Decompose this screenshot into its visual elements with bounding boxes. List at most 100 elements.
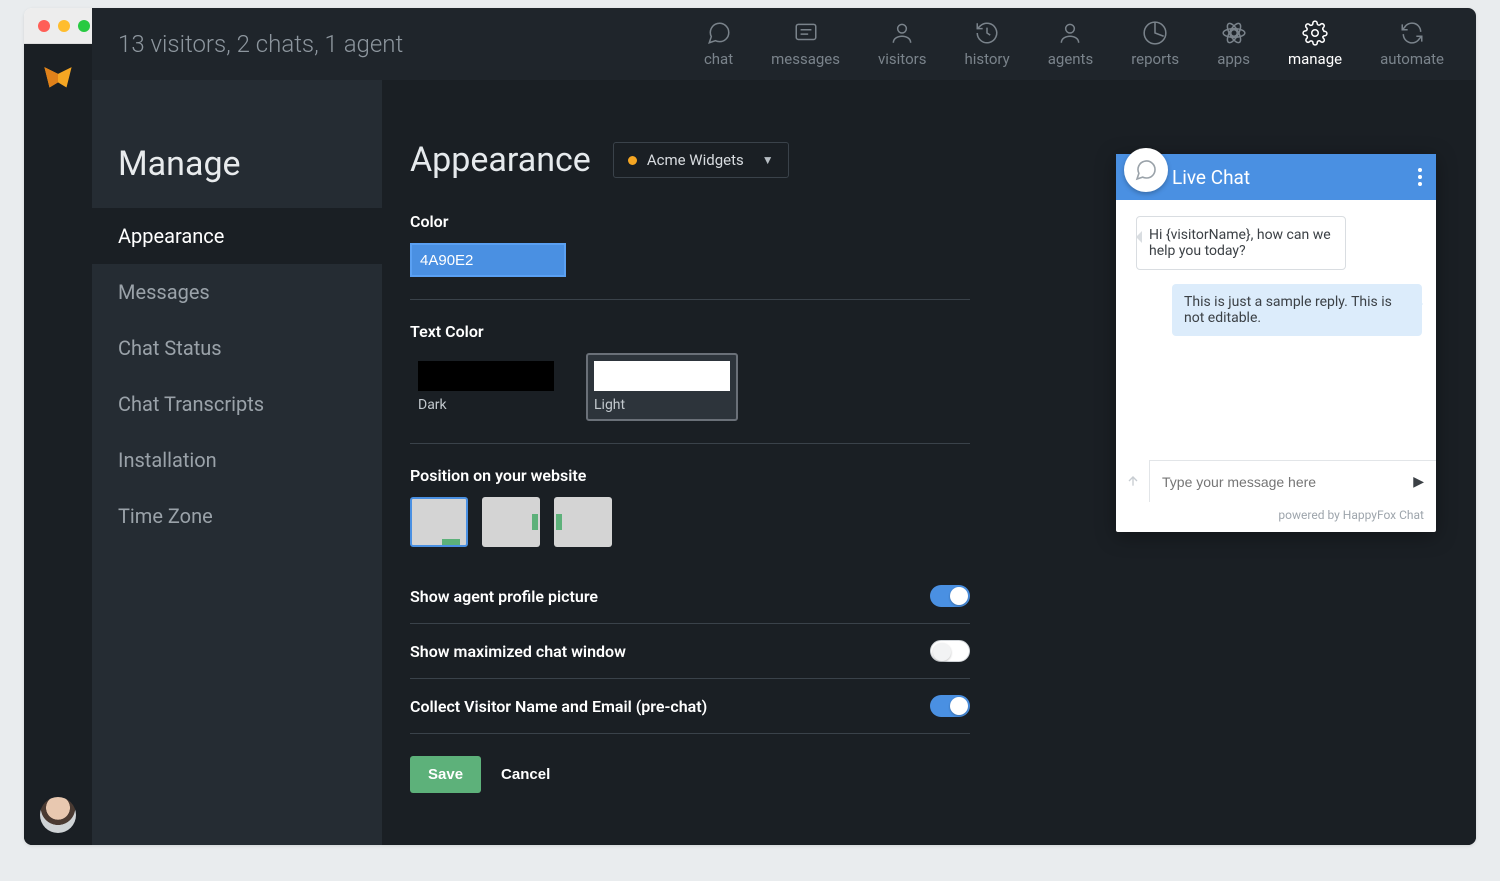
profile-name: Acme Widgets bbox=[647, 151, 744, 169]
sidebar-item-messages[interactable]: Messages bbox=[92, 264, 382, 320]
chevron-down-icon: ▼ bbox=[762, 153, 774, 167]
nav-messages[interactable]: messages bbox=[771, 20, 840, 68]
minimize-window-button[interactable] bbox=[58, 20, 70, 32]
text-color-light-option[interactable]: Light bbox=[586, 353, 738, 421]
toggle-label: Collect Visitor Name and Email (pre-chat… bbox=[410, 697, 707, 716]
position-options bbox=[410, 497, 970, 547]
sidebar-item-chat-status[interactable]: Chat Status bbox=[92, 320, 382, 376]
profile-selector[interactable]: Acme Widgets ▼ bbox=[613, 142, 789, 178]
close-window-button[interactable] bbox=[38, 20, 50, 32]
sidebar-item-time-zone[interactable]: Time Zone bbox=[92, 488, 382, 544]
divider bbox=[410, 443, 970, 444]
toggle-row-prechat: Collect Visitor Name and Email (pre-chat… bbox=[410, 679, 970, 734]
toggle-maximized-window[interactable] bbox=[930, 640, 970, 662]
color-input[interactable] bbox=[410, 243, 566, 277]
nav-label: chat bbox=[704, 50, 733, 68]
appearance-form: Color Text Color Dark Light Position on … bbox=[410, 212, 970, 793]
nav-label: history bbox=[964, 50, 1009, 68]
chat-body: Hi {visitorName}, how can we help you to… bbox=[1116, 200, 1436, 460]
page-title: Appearance bbox=[410, 140, 591, 180]
chat-bubble-icon bbox=[1134, 158, 1158, 182]
nav-label: agents bbox=[1048, 50, 1093, 68]
swatch-label: Light bbox=[594, 397, 730, 413]
position-indicator bbox=[556, 514, 562, 530]
toggle-row-maximized: Show maximized chat window bbox=[410, 624, 970, 679]
text-color-dark-option[interactable]: Dark bbox=[410, 353, 562, 421]
text-color-options: Dark Light bbox=[410, 353, 970, 421]
automate-icon bbox=[1399, 20, 1425, 46]
nav-label: apps bbox=[1217, 50, 1250, 68]
window-controls bbox=[38, 20, 90, 32]
chat-incoming-message: Hi {visitorName}, how can we help you to… bbox=[1136, 216, 1346, 270]
toggle-label: Show maximized chat window bbox=[410, 642, 626, 661]
nav-reports[interactable]: reports bbox=[1131, 20, 1179, 68]
nav-label: visitors bbox=[878, 50, 926, 68]
chat-header: Live Chat bbox=[1116, 154, 1436, 200]
position-label: Position on your website bbox=[410, 466, 970, 485]
nav-label: automate bbox=[1380, 50, 1444, 68]
text-color-label: Text Color bbox=[410, 322, 970, 341]
dark-swatch bbox=[418, 361, 554, 391]
nav-label: manage bbox=[1288, 50, 1342, 68]
left-rail bbox=[24, 44, 92, 845]
toggle-collect-prechat[interactable] bbox=[930, 695, 970, 717]
position-indicator bbox=[442, 539, 460, 545]
toggle-row-profile-picture: Show agent profile picture bbox=[410, 569, 970, 624]
status-summary: 13 visitors, 2 chats, 1 agent bbox=[118, 30, 403, 58]
top-navigation: 13 visitors, 2 chats, 1 agent chat messa… bbox=[92, 8, 1476, 80]
nav-chat[interactable]: chat bbox=[704, 20, 733, 68]
chat-input-row: ▶ bbox=[1116, 460, 1436, 502]
nav-label: reports bbox=[1131, 50, 1179, 68]
nav-manage[interactable]: manage bbox=[1288, 20, 1342, 68]
main-content: Appearance Acme Widgets ▼ Color Text Col… bbox=[382, 44, 1476, 845]
nav-history[interactable]: history bbox=[964, 20, 1009, 68]
gear-icon bbox=[1302, 20, 1328, 46]
nav-label: messages bbox=[771, 50, 840, 68]
visitors-icon bbox=[889, 20, 915, 46]
position-middle-left[interactable] bbox=[554, 497, 612, 547]
upload-arrow-icon bbox=[1125, 473, 1141, 489]
apps-icon bbox=[1221, 20, 1247, 46]
profile-status-dot bbox=[628, 156, 637, 165]
agents-icon bbox=[1057, 20, 1083, 46]
chat-icon bbox=[706, 20, 732, 46]
divider bbox=[410, 299, 970, 300]
chat-widget-preview: Live Chat Hi {visitorName}, how can we h… bbox=[1116, 154, 1436, 532]
toggle-label: Show agent profile picture bbox=[410, 587, 598, 606]
chat-message-input[interactable] bbox=[1162, 474, 1403, 490]
user-avatar[interactable] bbox=[40, 797, 76, 833]
nav-apps[interactable]: apps bbox=[1217, 20, 1250, 68]
sidebar-item-installation[interactable]: Installation bbox=[92, 432, 382, 488]
toggle-show-profile-picture[interactable] bbox=[930, 585, 970, 607]
sidebar-item-chat-transcripts[interactable]: Chat Transcripts bbox=[92, 376, 382, 432]
chat-send-button[interactable]: ▶ bbox=[1413, 474, 1424, 490]
sidebar-heading: Manage bbox=[92, 116, 382, 208]
app-window: 13 visitors, 2 chats, 1 agent chat messa… bbox=[24, 8, 1476, 845]
nav-automate[interactable]: automate bbox=[1380, 20, 1444, 68]
sidebar-item-appearance[interactable]: Appearance bbox=[92, 208, 382, 264]
position-indicator bbox=[532, 514, 538, 530]
maximize-window-button[interactable] bbox=[78, 20, 90, 32]
form-actions: Save Cancel bbox=[410, 756, 970, 793]
swatch-label: Dark bbox=[418, 397, 554, 413]
main-nav: chat messages visitors history agents bbox=[704, 20, 1450, 68]
nav-visitors[interactable]: visitors bbox=[878, 20, 926, 68]
manage-sidebar: Manage Appearance Messages Chat Status C… bbox=[92, 44, 382, 845]
brand-logo-icon bbox=[41, 62, 75, 96]
cancel-button[interactable]: Cancel bbox=[501, 766, 550, 783]
history-icon bbox=[974, 20, 1000, 46]
chat-footer: powered by HappyFox Chat bbox=[1116, 502, 1436, 532]
position-middle-right[interactable] bbox=[482, 497, 540, 547]
chat-title: Live Chat bbox=[1172, 166, 1250, 189]
chat-menu-button[interactable] bbox=[1418, 168, 1422, 186]
position-bottom-right[interactable] bbox=[410, 497, 468, 547]
chat-attachment-button[interactable] bbox=[1116, 460, 1150, 502]
chat-agent-avatar bbox=[1124, 148, 1168, 192]
chat-outgoing-message: This is just a sample reply. This is not… bbox=[1172, 284, 1422, 336]
nav-agents[interactable]: agents bbox=[1048, 20, 1093, 68]
save-button[interactable]: Save bbox=[410, 756, 481, 793]
color-label: Color bbox=[410, 212, 970, 231]
messages-icon bbox=[793, 20, 819, 46]
reports-icon bbox=[1142, 20, 1168, 46]
light-swatch bbox=[594, 361, 730, 391]
